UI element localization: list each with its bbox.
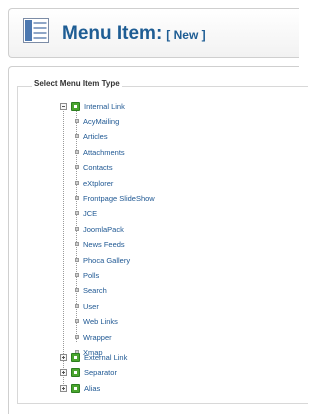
leaf-icon [75,119,79,123]
tree-child-extplorer[interactable]: eXtplorer [75,177,113,189]
tree-node-separator[interactable]: Separator [60,366,117,378]
fieldset-legend: Select Menu Item Type [32,79,122,88]
expand-icon[interactable] [60,368,67,376]
expand-icon[interactable] [60,384,67,392]
tree-node-alias[interactable]: Alias [60,382,100,394]
menu-manager-icon [23,18,49,43]
tree-child-articles[interactable]: Articles [75,130,108,142]
tree-child-polls[interactable]: Polls [75,269,99,281]
tree-node-label[interactable]: External Link [84,353,127,362]
menu-type-icon [71,383,80,393]
leaf-icon [75,304,79,308]
tree-child-phoca-gallery[interactable]: Phoca Gallery [75,254,130,266]
leaf-icon [75,319,79,323]
tree-child-attachments[interactable]: Attachments [75,146,125,158]
leaf-icon [75,181,79,185]
tree-connector-root [63,106,64,388]
leaf-icon [75,258,79,262]
tree-child-acymailing[interactable]: AcyMailing [75,115,119,127]
leaf-icon [75,196,79,200]
tree-child-web-links[interactable]: Web Links [75,315,118,327]
leaf-icon [75,335,79,339]
leaf-icon [75,273,79,277]
leaf-icon [75,150,79,154]
tree-child-contacts[interactable]: Contacts [75,161,113,173]
page-title: Menu Item:[ New ] [62,23,206,44]
leaf-icon [75,134,79,138]
toolbar-header: Menu Item:[ New ] [8,8,299,58]
tree-child-search[interactable]: Search [75,284,107,296]
page-title-tag: [ New ] [166,28,206,42]
expand-icon[interactable] [60,353,67,361]
leaf-icon [75,211,79,215]
leaf-icon [75,227,79,231]
tree-node-label[interactable]: Separator [84,368,117,377]
collapse-icon[interactable] [60,102,67,110]
page: Menu Item:[ New ] Select Menu Item Type … [0,0,308,414]
tree-node-internal-link[interactable]: Internal Link [60,100,125,112]
menu-type-icon [71,367,80,377]
leaf-icon [75,165,79,169]
tree-child-wrapper[interactable]: Wrapper [75,331,112,343]
tree-child-news-feeds[interactable]: News Feeds [75,238,125,250]
leaf-icon [75,242,79,246]
tree-node-label[interactable]: Internal Link [84,102,125,111]
tree-child-joomlapack[interactable]: JoomlaPack [75,223,124,235]
tree-child-frontpage-slideshow[interactable]: Frontpage SlideShow [75,192,155,204]
tree-node-label[interactable]: Alias [84,384,100,393]
leaf-icon [75,288,79,292]
tree-child-jce[interactable]: JCE [75,207,97,219]
menu-type-icon [71,352,80,362]
tree-node-external-link[interactable]: External Link [60,351,127,363]
tree-child-user[interactable]: User [75,300,99,312]
menu-type-icon [71,101,80,111]
